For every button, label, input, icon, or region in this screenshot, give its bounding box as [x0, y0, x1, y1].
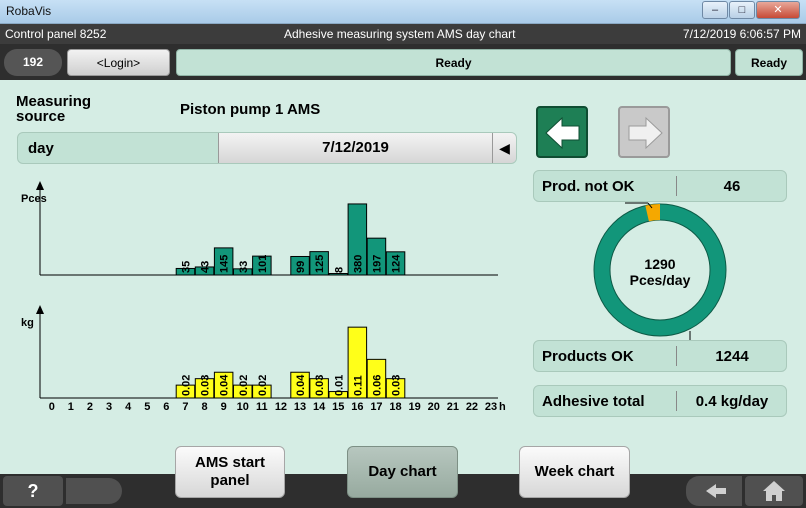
help-button[interactable]: ?	[3, 476, 63, 506]
ams-start-panel-button[interactable]: AMS start panel	[175, 446, 285, 498]
pces-value-label-13: 99	[295, 261, 307, 273]
adhesive-total-label: Adhesive total	[542, 393, 645, 410]
hour-tick-4: 4	[125, 401, 132, 413]
adhesive-total-value: 0.4 kg/day	[695, 393, 769, 410]
pces-value-label-15: 8	[333, 267, 345, 273]
hour-tick-17: 17	[370, 401, 382, 413]
day-chart-button[interactable]: Day chart	[347, 446, 458, 498]
home-button[interactable]	[745, 476, 803, 506]
kg-y-arrow	[36, 305, 44, 314]
week-chart-button[interactable]: Week chart	[519, 446, 630, 498]
kg-value-label-17: 0.06	[371, 375, 383, 396]
products-ok-value: 1244	[715, 348, 749, 365]
kg-value-label-14: 0.03	[314, 375, 326, 396]
kg-value-label-10: 0.02	[238, 375, 250, 396]
kg-value-label-7: 0.02	[180, 375, 192, 396]
hour-tick-2: 2	[87, 401, 93, 413]
ring-unit: Pces/day	[629, 272, 691, 288]
pces-value-label-16: 380	[352, 255, 364, 273]
pces-y-arrow	[36, 181, 44, 190]
adhesive-total-box: Adhesive total 0.4 kg/day	[533, 385, 787, 417]
pces-value-label-10: 33	[238, 261, 250, 273]
next-day-button[interactable]	[618, 106, 670, 158]
pces-value-label-7: 35	[180, 261, 192, 273]
ring-not-ok-segment	[645, 204, 661, 222]
kg-value-label-11: 0.02	[257, 375, 269, 396]
back-button[interactable]	[686, 476, 742, 506]
pces-value-label-18: 124	[391, 254, 403, 273]
hour-tick-5: 5	[144, 401, 150, 413]
pces-y-label: Pces	[21, 193, 47, 205]
kg-value-label-8: 0.03	[200, 375, 212, 396]
pces-value-label-11: 101	[257, 255, 269, 273]
products-ok-label: Products OK	[542, 348, 634, 365]
hour-tick-14: 14	[313, 401, 326, 413]
hour-axis-ticks: 0 1 2 3 4 5 6 7 8 9 10 11 12 13 14 15 16 17 18 19 20 21 22 23	[49, 401, 497, 413]
arrow-right-icon	[628, 116, 663, 150]
day-charts: Pces 35 43 145 33 101 99 125 8 380 197 124 kg 0.02…	[21, 181, 727, 413]
kg-value-label-18: 0.03	[391, 375, 403, 396]
hour-tick-8: 8	[201, 401, 207, 413]
hour-tick-7: 7	[182, 401, 188, 413]
hour-tick-0: 0	[49, 401, 55, 413]
x-axis-unit: h	[499, 401, 506, 413]
products-not-ok-box: Prod. not OK 46	[533, 170, 787, 202]
hour-tick-12: 12	[275, 401, 287, 413]
kg-value-label-9: 0.04	[219, 374, 231, 396]
hour-tick-11: 11	[256, 401, 268, 413]
home-icon	[763, 481, 785, 501]
products-not-ok-label: Prod. not OK	[542, 178, 635, 195]
pces-value-label-14: 125	[314, 255, 326, 273]
hour-tick-10: 10	[237, 401, 249, 413]
hour-tick-21: 21	[447, 401, 459, 413]
hour-tick-1: 1	[68, 401, 74, 413]
hour-tick-13: 13	[294, 401, 306, 413]
arrow-left-icon	[545, 116, 580, 150]
pces-value-label-9: 145	[219, 255, 231, 273]
kg-value-label-13: 0.04	[295, 374, 307, 396]
hour-tick-19: 19	[409, 401, 421, 413]
kg-value-label-16: 0.11	[352, 375, 364, 396]
hour-tick-15: 15	[332, 401, 344, 413]
ring-center-text: 1290 Pces/day	[590, 256, 730, 288]
back-arrow-icon	[706, 484, 726, 498]
hour-tick-3: 3	[106, 401, 112, 413]
hour-tick-22: 22	[466, 401, 478, 413]
products-ok-box: Products OK 1244	[533, 340, 787, 372]
hour-tick-18: 18	[389, 401, 401, 413]
pces-value-label-8: 43	[200, 261, 212, 273]
previous-day-button[interactable]	[536, 106, 588, 158]
kg-bars: 0.02 0.03 0.04 0.02 0.02 0.04 0.03 0.01 0.11 0.06…	[175, 326, 406, 399]
hour-tick-9: 9	[221, 401, 227, 413]
hour-tick-6: 6	[163, 401, 169, 413]
hour-tick-23: 23	[485, 401, 497, 413]
hour-tick-16: 16	[351, 401, 363, 413]
ring-total: 1290	[644, 256, 676, 272]
kg-y-label: kg	[21, 317, 34, 329]
footer-left-tab	[66, 478, 122, 504]
pces-bars: 35 43 145 33 101 99 125 8 380 197 124	[175, 203, 406, 276]
kg-value-label-15: 0.01	[333, 375, 345, 396]
hour-tick-20: 20	[428, 401, 440, 413]
pces-value-label-17: 197	[371, 255, 383, 273]
products-not-ok-value: 46	[723, 178, 741, 195]
